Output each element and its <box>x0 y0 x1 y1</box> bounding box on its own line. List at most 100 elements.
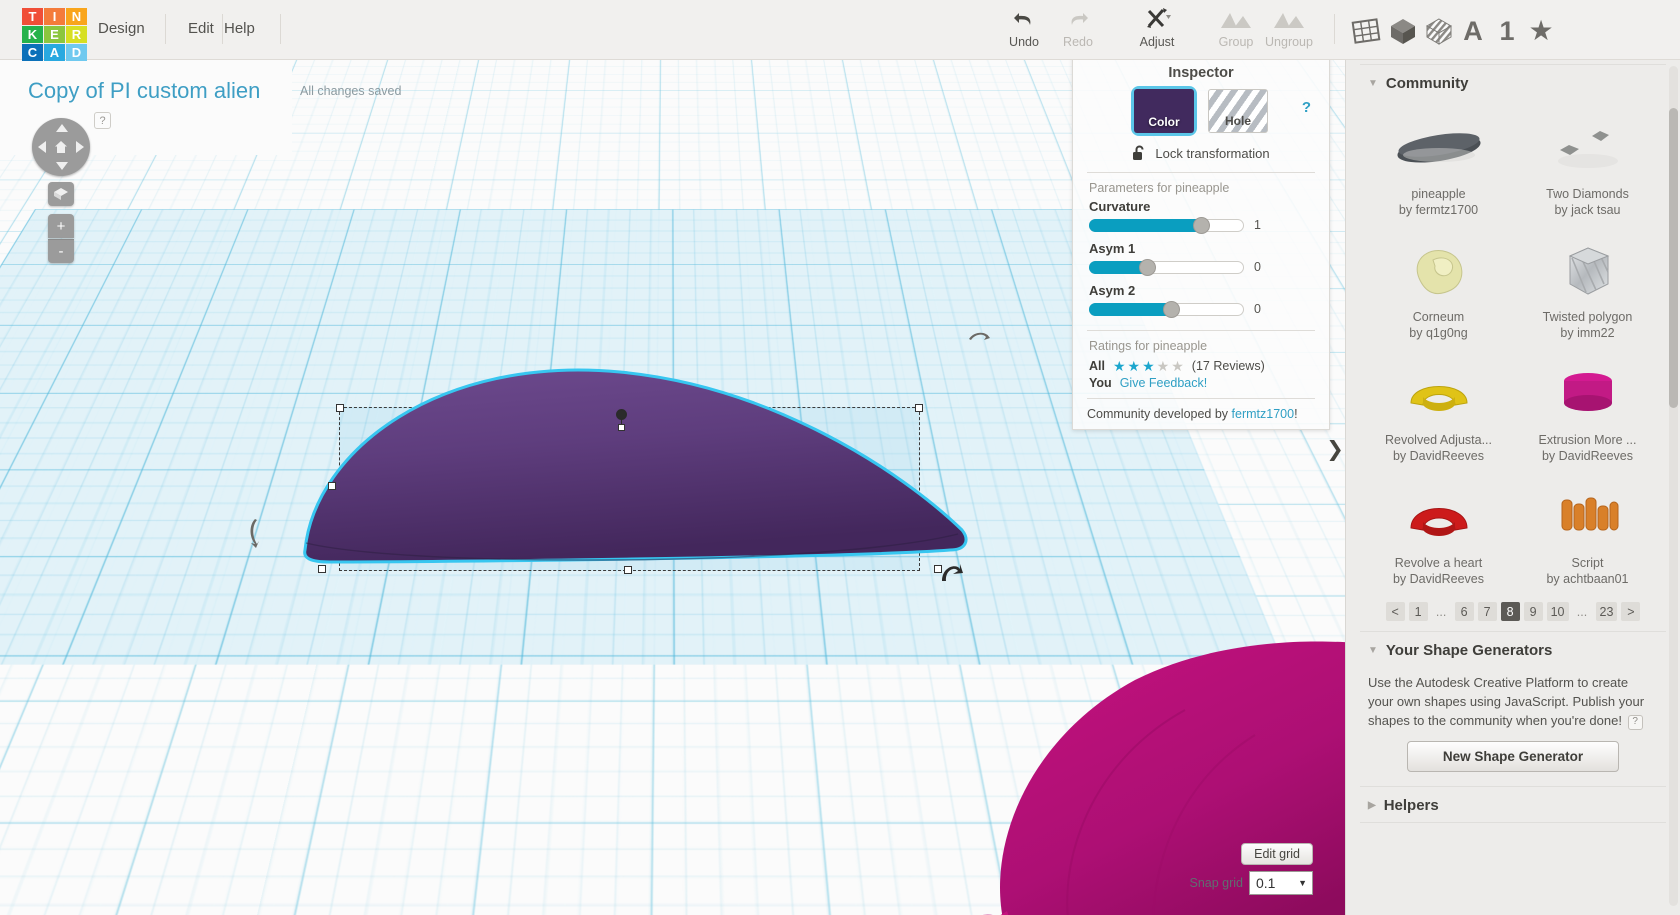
developed-prefix: Community developed by <box>1087 407 1232 421</box>
page-1-button[interactable]: 1 <box>1408 602 1428 621</box>
resize-handle-bottom-mid[interactable] <box>624 566 632 574</box>
redo-label: Redo <box>1063 35 1093 49</box>
shape-author: by achtbaan01 <box>1546 572 1629 586</box>
adjust-icon <box>1118 6 1196 32</box>
snap-grid-label: Snap grid <box>1189 876 1243 890</box>
page-prev-button[interactable]: < <box>1385 602 1405 621</box>
nav-arrow-up[interactable] <box>56 124 68 132</box>
height-handle[interactable] <box>616 409 627 420</box>
parameter-value: 0 <box>1254 302 1261 316</box>
star-5-icon[interactable]: ★ <box>1171 359 1184 373</box>
slider-knob[interactable] <box>1193 216 1210 234</box>
zoom-out-button[interactable]: - <box>48 239 74 263</box>
top-square-handle[interactable] <box>618 424 625 431</box>
shape-card-script[interactable]: Script by achtbaan01 <box>1513 473 1662 596</box>
star-4-icon[interactable]: ★ <box>1157 359 1170 373</box>
community-section-header[interactable]: ▼ Community <box>1346 65 1680 100</box>
view-orbit-pad[interactable] <box>32 118 90 176</box>
resize-handle-tl[interactable] <box>336 404 344 412</box>
page-title[interactable]: Copy of PI custom alien <box>28 78 260 104</box>
shape-name: Extrusion More ... <box>1538 433 1637 447</box>
shape-name: Corneum <box>1412 310 1465 324</box>
zoom-in-button[interactable]: + <box>48 214 74 238</box>
workplane-icon[interactable] <box>1345 10 1387 52</box>
menu-edit[interactable]: Edit <box>188 20 214 37</box>
sidebar-scroll-thumb[interactable] <box>1669 108 1678 408</box>
parameter-asym1: Asym 1 0 <box>1073 241 1329 276</box>
page-9-button[interactable]: 9 <box>1523 602 1543 621</box>
nav-arrow-left[interactable] <box>38 141 46 153</box>
star-1-icon[interactable]: ★ <box>1113 359 1126 373</box>
give-feedback-link[interactable]: Give Feedback! <box>1120 376 1208 390</box>
shape-card-revolve-a-heart[interactable]: Revolve a heart by DavidReeves <box>1364 473 1513 596</box>
inspector-help-icon[interactable]: ? <box>1302 99 1311 116</box>
page-23-button[interactable]: 23 <box>1595 602 1618 621</box>
nav-arrow-down[interactable] <box>56 162 68 170</box>
shape-generators-section-header[interactable]: ▼ Your Shape Generators <box>1346 632 1680 667</box>
shape-card-twisted-polygon[interactable]: Twisted polygon by imm22 <box>1513 227 1662 350</box>
asym2-slider[interactable] <box>1089 300 1244 318</box>
color-swatch-button[interactable]: Color <box>1131 86 1197 136</box>
new-shape-generator-button[interactable]: New Shape Generator <box>1407 740 1619 772</box>
generators-help-icon[interactable]: ? <box>1627 714 1643 730</box>
page-10-button[interactable]: 10 <box>1546 602 1569 621</box>
save-status: All changes saved <box>300 84 402 98</box>
ungroup-button[interactable]: Ungroup <box>1250 6 1328 56</box>
rotate-handle-z[interactable] <box>938 555 964 585</box>
perspective-toggle-icon[interactable] <box>48 182 74 206</box>
rotate-handle-x[interactable] <box>246 515 266 549</box>
shape-card-revolved-adjustable[interactable]: Revolved Adjusta... by DavidReeves <box>1364 350 1513 473</box>
curvature-slider[interactable] <box>1089 216 1244 234</box>
community-title: Community <box>1385 75 1469 92</box>
menu-design[interactable]: Design <box>98 20 145 37</box>
page-7-button[interactable]: 7 <box>1477 602 1497 621</box>
page-6-button[interactable]: 6 <box>1454 602 1474 621</box>
menu-help[interactable]: Help <box>224 20 255 37</box>
menu-divider <box>280 14 281 44</box>
logo-tile-c-6: C <box>22 44 43 61</box>
shape-author: by jack tsau <box>1554 203 1621 217</box>
rotate-handle-y[interactable] <box>966 325 992 347</box>
script-thumbnail-icon <box>1513 479 1662 553</box>
your-rating-row: You Give Feedback! <box>1073 373 1329 398</box>
tinkercad-logo[interactable]: TIN KER CAD <box>22 8 87 61</box>
adjust-button[interactable]: Adjust <box>1118 6 1196 56</box>
menu-divider <box>222 14 223 44</box>
developer-credit: Community developed by fermtz1700! <box>1073 399 1329 423</box>
lock-transformation-row[interactable]: Lock transformation <box>1073 145 1329 162</box>
home-view-icon[interactable] <box>54 140 68 154</box>
rating-stars[interactable]: ★ ★ ★ ★ ★ <box>1113 359 1184 373</box>
favorites-star-icon[interactable]: ★ <box>1520 10 1562 52</box>
navigation-help-icon[interactable]: ? <box>94 112 111 129</box>
developer-link[interactable]: fermtz1700 <box>1232 407 1295 421</box>
shape-card-two-diamonds[interactable]: Two Diamonds by jack tsau <box>1513 104 1662 227</box>
page-8-button-current[interactable]: 8 <box>1500 602 1520 621</box>
divider <box>1360 821 1666 823</box>
redo-button[interactable]: Redo <box>1039 6 1117 56</box>
parameter-name: Asym 1 <box>1089 241 1136 256</box>
star-2-icon[interactable]: ★ <box>1128 359 1141 373</box>
nav-arrow-right[interactable] <box>76 141 84 153</box>
helpers-section-header[interactable]: ▶ Helpers <box>1346 787 1680 822</box>
edit-grid-button[interactable]: Edit grid <box>1241 843 1313 865</box>
selected-shape-pineapple[interactable] <box>290 300 990 590</box>
inspector-collapse-button[interactable]: ❯ <box>1326 428 1344 470</box>
snap-grid-select[interactable]: 0.1 ▼ <box>1249 871 1313 895</box>
slider-knob[interactable] <box>1163 300 1180 318</box>
asym1-slider[interactable] <box>1089 258 1244 276</box>
view-navigation-widget[interactable]: + - ? <box>32 112 111 263</box>
hole-swatch-button[interactable]: Hole <box>1208 89 1268 133</box>
slider-knob[interactable] <box>1139 258 1156 276</box>
page-next-button[interactable]: > <box>1621 602 1641 621</box>
resize-handle-tr[interactable] <box>915 404 923 412</box>
resize-handle-left-mid[interactable] <box>328 482 336 490</box>
shape-card-extrusion-more[interactable]: Extrusion More ... by DavidReeves <box>1513 350 1662 473</box>
slider-fill <box>1089 218 1201 232</box>
shape-card-pineapple[interactable]: pineapple by fermtz1700 <box>1364 104 1513 227</box>
grid-controls: Edit grid Snap grid 0.1 ▼ <box>1189 843 1313 895</box>
top-toolbar: TINKERCAD Design Edit Help Undo Redo Adj… <box>0 0 1680 61</box>
resize-handle-bl[interactable] <box>318 565 326 573</box>
star-3-icon[interactable]: ★ <box>1142 359 1155 373</box>
shape-card-corneum[interactable]: Corneum by q1g0ng <box>1364 227 1513 350</box>
extrusion-more-thumbnail-icon <box>1513 356 1662 430</box>
